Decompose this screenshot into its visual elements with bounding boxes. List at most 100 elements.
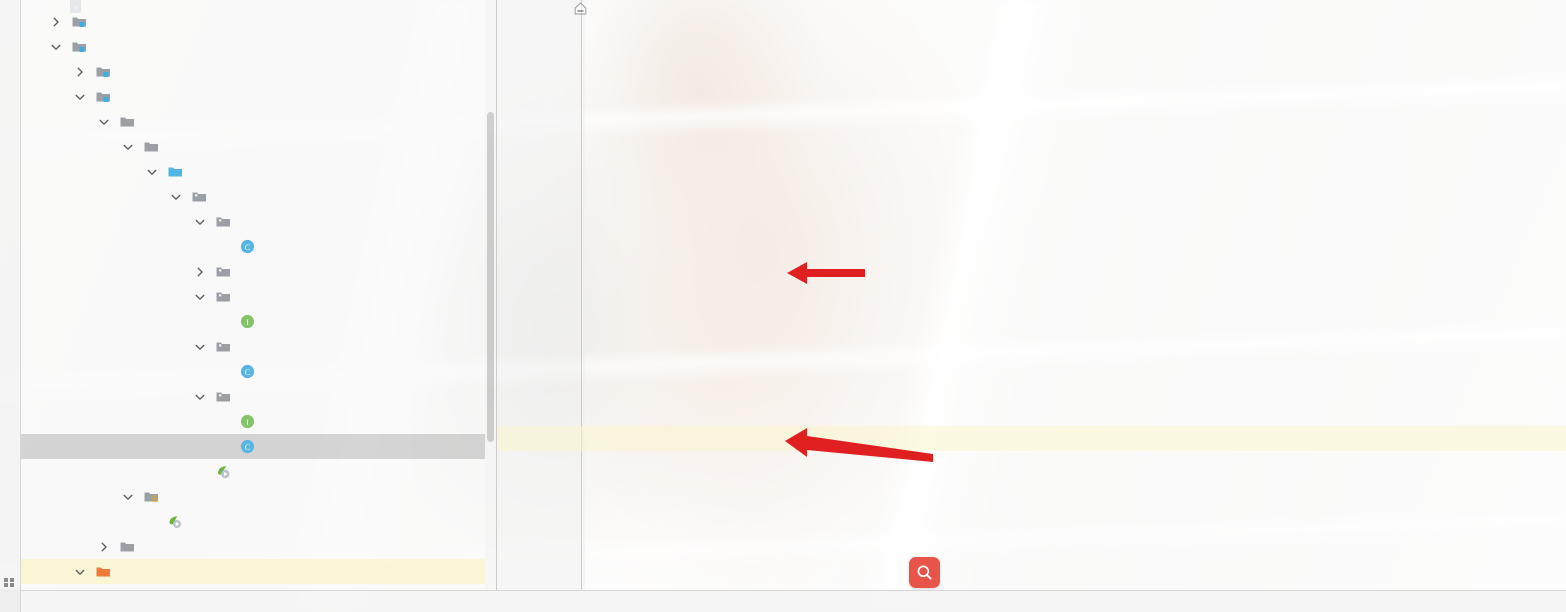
chevron-down-icon[interactable] [193, 390, 207, 404]
chevron-down-icon[interactable] [73, 565, 87, 579]
package-icon [215, 388, 232, 405]
code-line-20[interactable] [627, 123, 636, 141]
tree-toggle-moden[interactable] [193, 340, 207, 354]
sidebar-scrollbar-thumb[interactable] [487, 112, 494, 442]
tree-toggle-seatas[interactable] [49, 40, 63, 54]
folder-icon [120, 542, 134, 552]
chevron-down-icon[interactable] [193, 290, 207, 304]
tree-toggle-connstion[interactable] [193, 215, 207, 229]
tree-node-src[interactable] [21, 109, 485, 134]
svg-text:C: C [245, 242, 251, 252]
tree-node-fegin[interactable] [21, 284, 485, 309]
tree-node-seatascomm[interactable] [21, 59, 485, 84]
tree-node-moden[interactable] [21, 334, 485, 359]
search-icon [917, 565, 932, 580]
svg-text:C: C [245, 442, 251, 452]
code-line-32[interactable] [665, 423, 674, 441]
editor-gutter[interactable] [497, 0, 585, 590]
tree-toggle-fegin[interactable] [193, 290, 207, 304]
search-everywhere-button[interactable] [909, 557, 940, 588]
tool-window-stripe-left [0, 0, 21, 590]
tree-toggle-seatasorder[interactable] [73, 90, 87, 104]
tree-node-connction[interactable]: C [21, 234, 485, 259]
module-folder-icon [95, 63, 112, 80]
tree-node-ommfegin[interactable]: I [21, 309, 485, 334]
project-tree[interactable]: xCICIC [21, 0, 485, 590]
red-arrow-annotation-divide-by-zero [785, 428, 933, 462]
chevron-down-icon[interactable] [169, 190, 183, 204]
chevron-down-icon[interactable] [121, 140, 135, 154]
run-tool-window-bar [0, 590, 1566, 612]
java-class-icon: C [239, 438, 256, 455]
module-folder-icon [96, 67, 110, 77]
resources-root-icon [143, 488, 160, 505]
tree-node-dao[interactable] [21, 259, 485, 284]
module-folder-icon [72, 42, 86, 52]
tree-node-service[interactable] [21, 384, 485, 409]
chevron-down-icon[interactable] [73, 90, 87, 104]
chevron-right-icon[interactable] [193, 265, 207, 279]
chevron-down-icon[interactable] [97, 115, 111, 129]
spring-boot-run-icon [215, 463, 232, 480]
tree-toggle-target[interactable] [73, 565, 87, 579]
code-line-17[interactable] [587, 48, 634, 66]
tree-toggle-com-rj-bd[interactable] [169, 190, 183, 204]
java-class-icon: C [240, 364, 255, 379]
chevron-down-icon[interactable] [193, 215, 207, 229]
tree-node-order[interactable]: C [21, 359, 485, 384]
tree-node-test[interactable] [21, 534, 485, 559]
tree-node-order-sentinel[interactable] [21, 9, 485, 34]
java-class-icon: C [239, 238, 256, 255]
code-editor[interactable] [497, 0, 1566, 590]
package-icon [216, 342, 230, 352]
chevron-down-icon[interactable] [193, 340, 207, 354]
folder-icon [119, 113, 136, 130]
tree-node-orderservice[interactable]: I [21, 409, 485, 434]
tree-node-com-rj-bd[interactable] [21, 184, 485, 209]
chevron-right-icon[interactable] [49, 15, 63, 29]
folder-icon [143, 138, 160, 155]
tree-node-main[interactable] [21, 134, 485, 159]
chevron-down-icon[interactable] [121, 490, 135, 504]
chevron-right-icon[interactable] [97, 540, 111, 554]
chevron-right-icon[interactable] [73, 65, 87, 79]
tree-node-seatasorder[interactable] [21, 84, 485, 109]
tree-toggle-seatascomm[interactable] [73, 65, 87, 79]
spring-yaml-icon [167, 513, 184, 530]
tree-node-app[interactable] [21, 459, 485, 484]
package-icon [215, 338, 232, 355]
tree-node-target[interactable] [21, 559, 485, 584]
tree-node-application-yml[interactable] [21, 509, 485, 534]
sidebar-scrollbar[interactable] [485, 0, 496, 590]
tree-toggle-java[interactable] [145, 165, 159, 179]
java-class-icon: C [239, 363, 256, 380]
module-folder-icon [96, 92, 110, 102]
code-line-26[interactable] [627, 273, 646, 291]
package-icon [216, 392, 230, 402]
tree-toggle-service[interactable] [193, 390, 207, 404]
tree-toggle-order-sentinel[interactable] [49, 15, 63, 29]
package-icon [216, 217, 230, 227]
tree-toggle-main[interactable] [121, 140, 135, 154]
tree-toggle-dao[interactable] [193, 265, 207, 279]
module-folder-icon [72, 17, 86, 27]
code-line-23[interactable] [627, 198, 636, 216]
tree-node-java[interactable] [21, 159, 485, 184]
java-interface-icon: I [240, 414, 255, 429]
tree-node-seatas[interactable] [21, 34, 485, 59]
chevron-down-icon[interactable] [49, 40, 63, 54]
module-folder-icon [71, 38, 88, 55]
tree-node-orderserviceinple[interactable]: C [21, 434, 485, 459]
project-tool-window: xCICIC [0, 0, 497, 590]
tree-node-connstion[interactable] [21, 209, 485, 234]
folder-icon [119, 538, 136, 555]
chevron-down-icon[interactable] [145, 165, 159, 179]
tree-toggle-test[interactable] [97, 540, 111, 554]
module-folder-icon [95, 88, 112, 105]
tree-toggle-resources[interactable] [121, 490, 135, 504]
fold-marker-fold-end[interactable] [574, 2, 589, 17]
tree-node-resources[interactable] [21, 484, 485, 509]
resources-root-icon [144, 492, 158, 502]
tree-toggle-src[interactable] [97, 115, 111, 129]
excluded-folder-icon [96, 567, 110, 577]
